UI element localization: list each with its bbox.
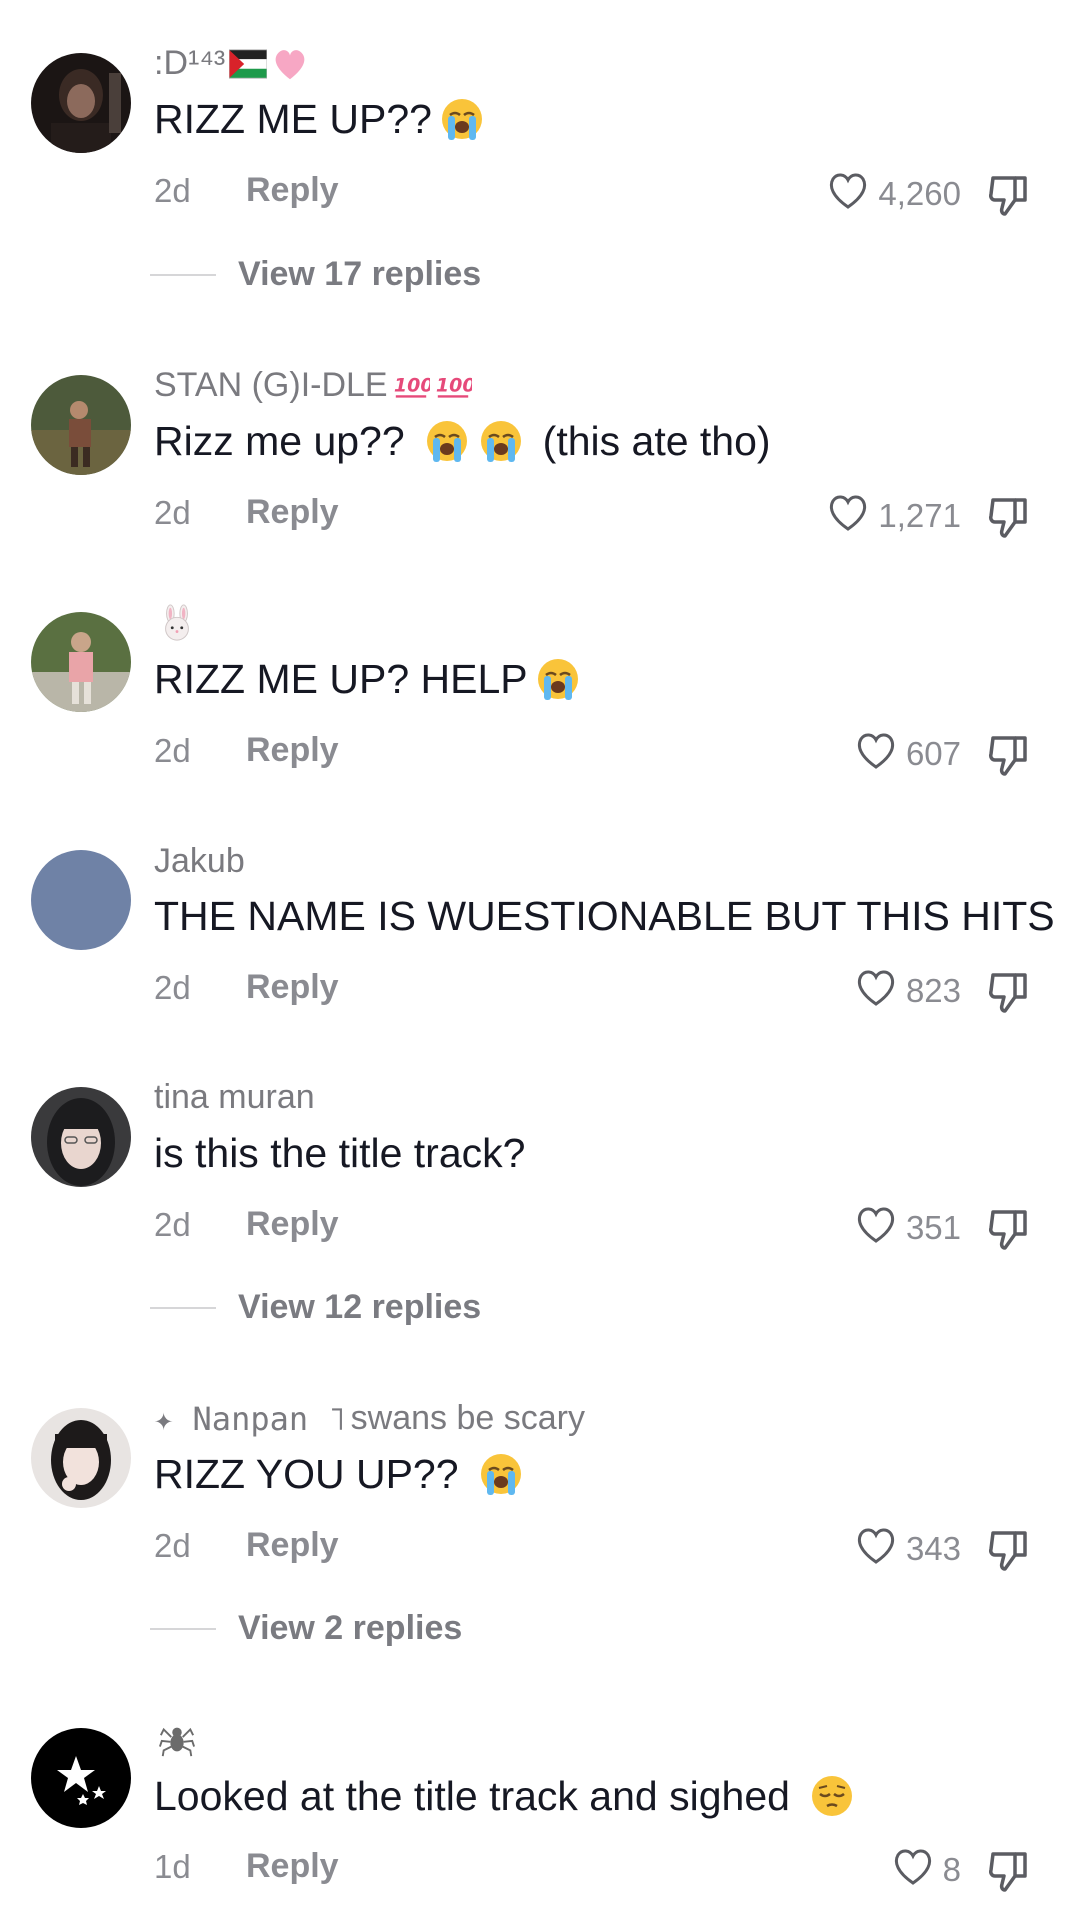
- divider: [150, 273, 216, 276]
- pensive-face-icon: [808, 1772, 856, 1820]
- loudly-crying-face-icon: [438, 95, 486, 143]
- view-replies-button[interactable]: View 12 replies: [150, 1288, 481, 1327]
- heart-icon: [854, 730, 898, 778]
- heart-icon: [854, 967, 898, 1015]
- palestine-flag-icon: [229, 45, 268, 83]
- comment-text: RIZZ ME UP? HELP: [154, 655, 582, 703]
- like-count: 607: [905, 735, 961, 772]
- view-replies-button[interactable]: View 17 replies: [150, 255, 481, 294]
- comment-time: 2d: [154, 1527, 191, 1564]
- avatar[interactable]: [31, 1408, 131, 1508]
- like-count: 823: [905, 972, 961, 1009]
- comment-text: Rizz me up?? (this ate tho): [154, 417, 771, 465]
- comment-text: Looked at the title track and sighed: [154, 1772, 856, 1820]
- heart-icon: [854, 1525, 898, 1573]
- loudly-crying-face-icon: [477, 417, 525, 465]
- like-count: 4,260: [878, 175, 961, 212]
- avatar[interactable]: [31, 612, 131, 712]
- dislike-button[interactable]: [985, 730, 1033, 778]
- avatar[interactable]: [31, 375, 131, 475]
- comment-time: 2d: [154, 494, 191, 531]
- avatar[interactable]: [31, 1087, 131, 1187]
- reply-button[interactable]: Reply: [246, 731, 339, 770]
- like-button[interactable]: 8: [891, 1846, 961, 1894]
- heart-icon: [891, 1846, 935, 1894]
- like-count: 343: [905, 1530, 961, 1567]
- reply-button[interactable]: Reply: [246, 1526, 339, 1565]
- reply-button[interactable]: Reply: [246, 1847, 339, 1886]
- spider-icon: [158, 1720, 196, 1758]
- like-button[interactable]: 1,271: [826, 492, 961, 540]
- dislike-button[interactable]: [985, 492, 1033, 540]
- like-button[interactable]: 823: [854, 967, 961, 1015]
- reply-button[interactable]: Reply: [246, 171, 339, 210]
- hundred-points-icon: 100: [434, 367, 472, 405]
- svg-text:100: 100: [394, 374, 430, 396]
- loudly-crying-face-icon: [534, 655, 582, 703]
- thumbs-down-icon: [989, 1210, 1027, 1250]
- comment-time: 1d: [154, 1848, 191, 1885]
- reply-button[interactable]: Reply: [246, 493, 339, 532]
- comment-username[interactable]: :D¹⁴³: [154, 44, 309, 83]
- loudly-crying-face-icon: [477, 1450, 525, 1498]
- comment-username[interactable]: Jakub: [154, 842, 245, 881]
- comment-username[interactable]: [154, 604, 196, 642]
- heart-icon: [854, 1204, 898, 1252]
- view-replies-button[interactable]: View 2 replies: [150, 1609, 462, 1648]
- loudly-crying-face-icon: [423, 417, 471, 465]
- thumbs-down-icon: [989, 176, 1027, 216]
- reply-button[interactable]: Reply: [246, 1205, 339, 1244]
- heart-icon: [826, 492, 870, 540]
- heart-icon: [826, 170, 870, 218]
- rabbit-face-icon: [158, 604, 196, 642]
- like-button[interactable]: 607: [854, 730, 961, 778]
- comment-username[interactable]: ✦ Nanpan ˥ swans be scary: [154, 1399, 585, 1438]
- comment-username[interactable]: STAN (G)I-DLE 100 100: [154, 366, 472, 405]
- comment-time: 2d: [154, 172, 191, 209]
- comment-list: :D¹⁴³ RIZZ ME UP?? 2d Reply 4,260 View 1…: [0, 0, 1071, 1920]
- comment-time: 2d: [154, 969, 191, 1006]
- thumbs-down-icon: [989, 1852, 1027, 1892]
- divider: [150, 1306, 216, 1309]
- avatar[interactable]: [31, 53, 131, 153]
- like-button[interactable]: 4,260: [826, 170, 961, 218]
- like-count: 8: [942, 1851, 961, 1888]
- dislike-button[interactable]: [985, 967, 1033, 1015]
- pink-heart-icon: [271, 45, 309, 83]
- comment-text: THE NAME IS WUESTIONABLE BUT THIS HITS: [154, 893, 1055, 939]
- thumbs-down-icon: [989, 736, 1027, 776]
- comment-time: 2d: [154, 1206, 191, 1243]
- avatar[interactable]: [31, 1728, 131, 1828]
- like-button[interactable]: 343: [854, 1525, 961, 1573]
- comment-username[interactable]: [154, 1720, 196, 1758]
- reply-button[interactable]: Reply: [246, 968, 339, 1007]
- thumbs-down-icon: [989, 1531, 1027, 1571]
- thumbs-down-icon: [989, 973, 1027, 1013]
- dislike-button[interactable]: [985, 170, 1033, 218]
- comment-text: RIZZ ME UP??: [154, 95, 486, 143]
- hundred-points-icon: 100: [392, 367, 430, 405]
- like-count: 351: [905, 1209, 961, 1246]
- like-button[interactable]: 351: [854, 1204, 961, 1252]
- thumbs-down-icon: [989, 498, 1027, 538]
- svg-text:100: 100: [436, 374, 472, 396]
- comment-username[interactable]: tina muran: [154, 1078, 315, 1117]
- avatar[interactable]: [31, 850, 131, 950]
- dislike-button[interactable]: [985, 1525, 1033, 1573]
- dislike-button[interactable]: [985, 1846, 1033, 1894]
- divider: [150, 1627, 216, 1630]
- comment-text: is this the title track?: [154, 1130, 526, 1176]
- comment-time: 2d: [154, 732, 191, 769]
- comment-text: RIZZ YOU UP??: [154, 1450, 525, 1498]
- dislike-button[interactable]: [985, 1204, 1033, 1252]
- like-count: 1,271: [878, 497, 961, 534]
